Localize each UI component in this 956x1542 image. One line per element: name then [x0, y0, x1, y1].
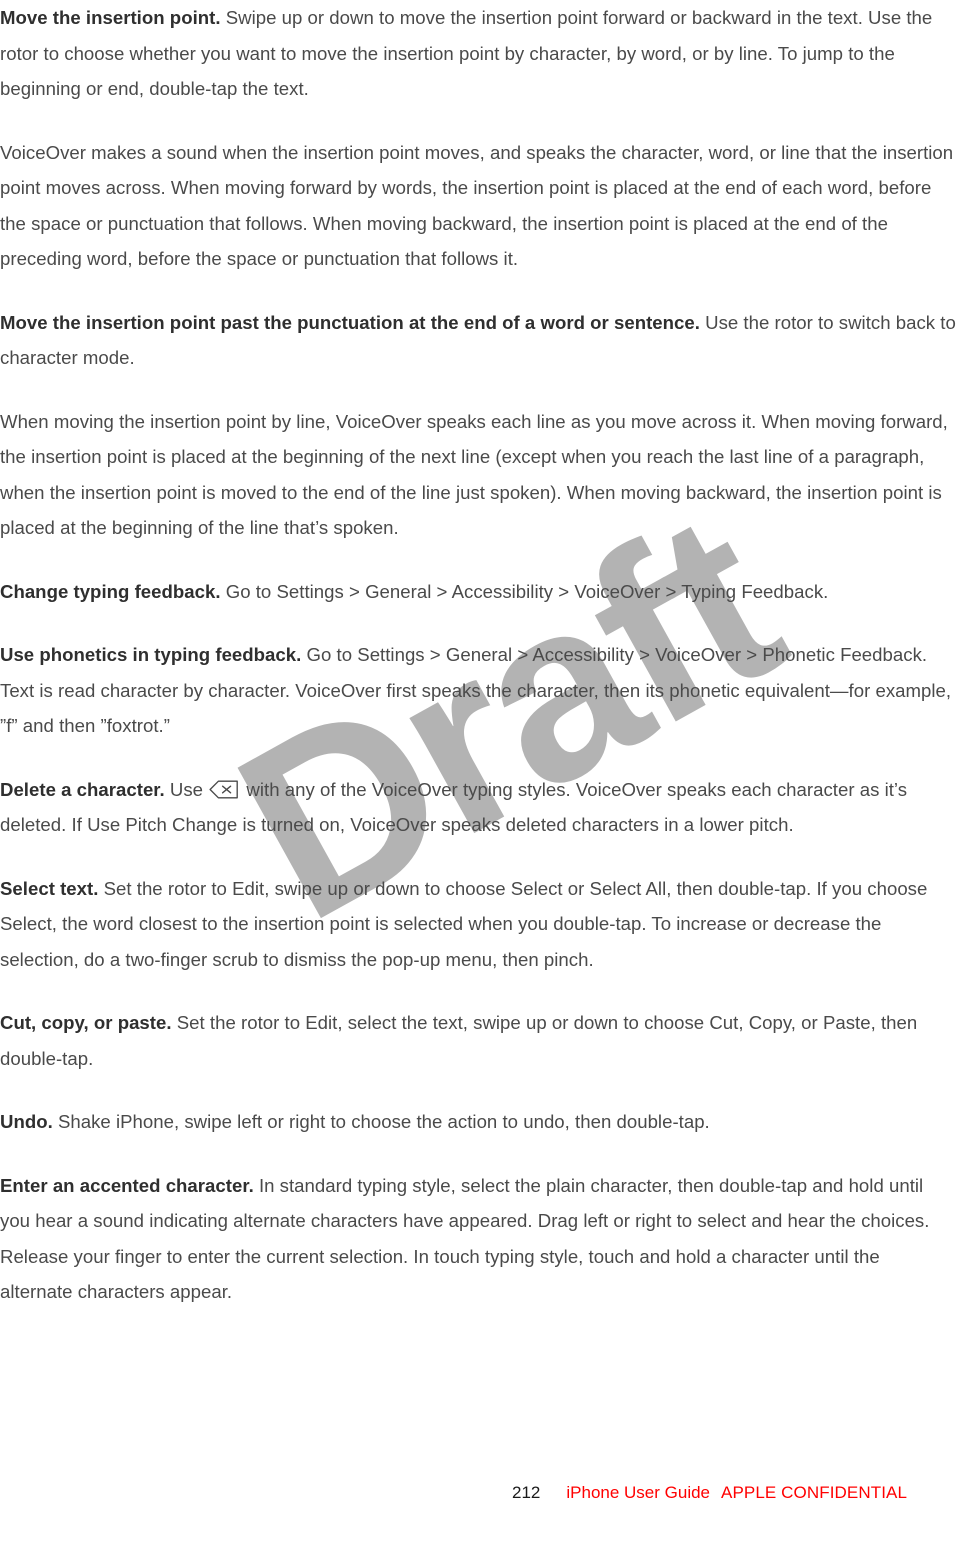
footer-guide-title: iPhone User Guide [566, 1483, 711, 1502]
paragraph-body: Go to Settings > General > Accessibility… [220, 580, 829, 602]
paragraph-use-phonetics: Use phonetics in typing feedback. Go to … [0, 637, 956, 744]
paragraph-lead: Change typing feedback. [0, 580, 221, 602]
paragraph-lead: Enter an accented character. [0, 1174, 254, 1196]
document-page: Draft Move the insertion point. Swipe up… [0, 0, 956, 1542]
paragraph-lead: Delete a character. [0, 778, 165, 800]
page-number: 212 [512, 1483, 541, 1502]
delete-key-icon [209, 780, 239, 799]
paragraph-lead: Move the insertion point past the punctu… [0, 311, 700, 333]
paragraph-enter-accented-character: Enter an accented character. In standard… [0, 1168, 956, 1310]
footer-inner: 212 iPhone User Guide APPLE CONFIDENTIAL [512, 1483, 907, 1503]
paragraph-delete-a-character: Delete a character. Use with any of the … [0, 772, 956, 843]
paragraph-move-insertion-point: Move the insertion point. Swipe up or do… [0, 0, 956, 107]
paragraph-lead: Use phonetics in typing feedback. [0, 644, 302, 665]
document-content: Move the insertion point. Swipe up or do… [0, 0, 956, 1310]
paragraph-body: VoiceOver makes a sound when the inserti… [0, 141, 954, 270]
paragraph-body: Set the rotor to Edit, swipe up or down … [0, 877, 928, 970]
paragraph-lead: Move the insertion point. [0, 7, 221, 28]
paragraph-cut-copy-paste: Cut, copy, or paste. Set the rotor to Ed… [0, 1005, 956, 1076]
footer-confidential-label: APPLE CONFIDENTIAL [721, 1483, 908, 1502]
paragraph-voiceover-sound: VoiceOver makes a sound when the inserti… [0, 135, 956, 277]
paragraph-select-text: Select text. Set the rotor to Edit, swip… [0, 871, 956, 978]
paragraph-lead: Undo. [0, 1111, 53, 1132]
paragraph-body-before-icon: Use [164, 778, 209, 800]
paragraph-body: Shake iPhone, swipe left or right to cho… [52, 1111, 710, 1132]
paragraph-lead: Select text. [0, 877, 99, 899]
paragraph-lead: Cut, copy, or paste. [0, 1012, 172, 1033]
paragraph-body: When moving the insertion point by line,… [0, 410, 948, 539]
paragraph-undo: Undo. Shake iPhone, swipe left or right … [0, 1104, 956, 1140]
page-footer: 212 iPhone User Guide APPLE CONFIDENTIAL [0, 1482, 956, 1542]
paragraph-change-typing-feedback: Change typing feedback. Go to Settings >… [0, 574, 956, 610]
paragraph-move-by-line: When moving the insertion point by line,… [0, 404, 956, 546]
paragraph-move-past-punctuation: Move the insertion point past the punctu… [0, 305, 956, 376]
